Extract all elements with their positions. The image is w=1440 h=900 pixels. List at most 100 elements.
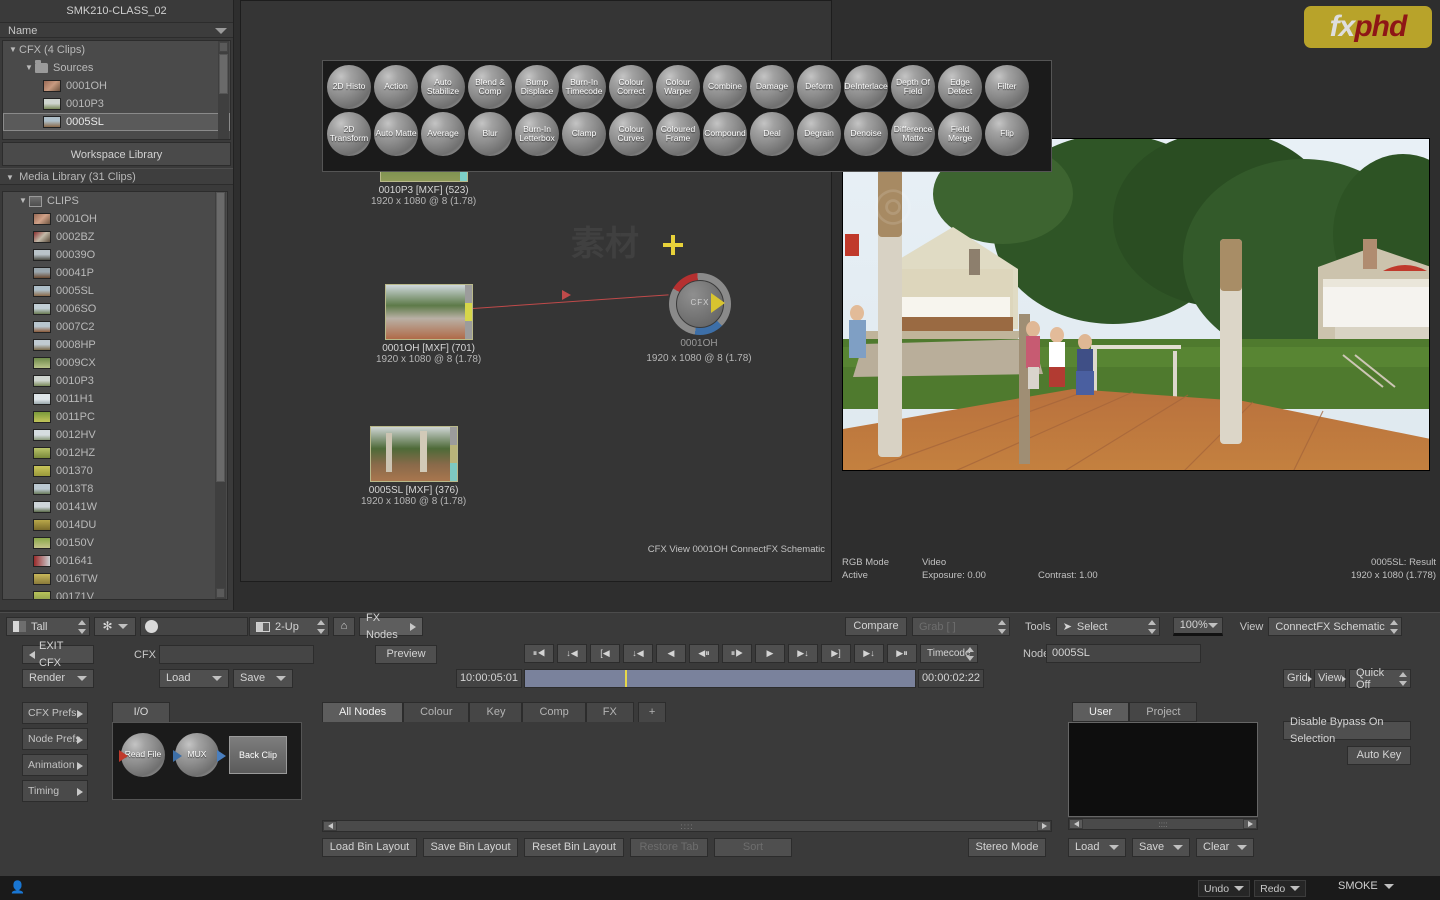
sidetab-cfx-prefs[interactable]: CFX Prefs bbox=[22, 702, 88, 724]
spinner-icon[interactable] bbox=[317, 620, 325, 634]
exit-cfx-button[interactable]: EXIT CFX bbox=[22, 640, 94, 669]
chevron-right-icon[interactable] bbox=[410, 622, 416, 631]
transport-button-9[interactable]: ▶] bbox=[821, 644, 851, 663]
back-clip-node-button[interactable]: Back Clip bbox=[229, 736, 287, 774]
media-clip-row[interactable]: 0002BZ bbox=[3, 228, 227, 246]
cfx-output-node[interactable]: CFX bbox=[669, 273, 731, 335]
spinner-icon[interactable] bbox=[1147, 620, 1156, 634]
io-tab[interactable]: I/O bbox=[112, 702, 170, 722]
source-item-1[interactable]: 0010P3 bbox=[3, 95, 230, 113]
node-bin-button[interactable]: Colour Curves bbox=[609, 112, 653, 156]
auto-key-button[interactable]: Auto Key bbox=[1347, 746, 1411, 765]
stereo-mode-button[interactable]: Stereo Mode bbox=[968, 838, 1046, 857]
media-clip-row[interactable]: 0010P3 bbox=[3, 372, 227, 390]
chevron-down-icon[interactable] bbox=[1207, 623, 1218, 628]
media-clip-row[interactable]: 0007C2 bbox=[3, 318, 227, 336]
node-bin-button[interactable]: Filter bbox=[985, 65, 1029, 109]
user-panel-scrollbar[interactable]: :::: bbox=[1068, 818, 1258, 830]
thumbnail-size-combo[interactable]: Tall bbox=[6, 617, 90, 636]
media-clip-row[interactable]: 00041P bbox=[3, 264, 227, 282]
grab-combo[interactable]: Grab [ ] bbox=[912, 617, 1010, 636]
node-bin-button[interactable]: Denoise bbox=[844, 112, 888, 156]
name-column-header[interactable]: Name bbox=[0, 22, 233, 38]
timecode-in-field[interactable]: 10:00:05:01 bbox=[456, 669, 522, 688]
source-item-0[interactable]: 0001OH bbox=[3, 77, 230, 95]
transport-button-7[interactable]: ▶ bbox=[755, 644, 785, 663]
spinner-icon[interactable] bbox=[998, 620, 1006, 634]
bintab-key[interactable]: Key bbox=[469, 702, 523, 722]
clips-folder-row[interactable]: ▼ CLIPS bbox=[3, 192, 227, 210]
restore-tab-button[interactable]: Restore Tab bbox=[630, 838, 708, 857]
media-clip-row[interactable]: 0013T8 bbox=[3, 480, 227, 498]
tool-select-combo[interactable]: ➤ Select bbox=[1055, 617, 1160, 636]
media-clip-row[interactable]: 0016TW bbox=[3, 570, 227, 588]
node-bin-button[interactable]: Burn-In Timecode bbox=[562, 65, 606, 109]
chevron-down-icon[interactable] bbox=[1234, 886, 1245, 891]
tab-project[interactable]: Project bbox=[1129, 702, 1198, 722]
node-bin-button[interactable]: Blur bbox=[468, 112, 512, 156]
media-clip-row[interactable]: 0014DU bbox=[3, 516, 227, 534]
app-switcher[interactable]: SMOKE bbox=[1338, 880, 1394, 892]
tree-group-cfx[interactable]: ▼ CFX (4 Clips) bbox=[3, 41, 230, 59]
scroll-down-arrow[interactable] bbox=[216, 588, 225, 598]
transport-controls[interactable]: ⏸◀ ↓◀ [◀ ↓◀ ◀ ◀⏸ ⏸▶ ▶ ▶↓ ▶] ▶↓ ▶⏸ bbox=[524, 644, 917, 663]
media-clip-row[interactable]: 0012HV bbox=[3, 426, 227, 444]
disable-bypass-button[interactable]: Disable Bypass On Selection bbox=[1283, 716, 1411, 745]
media-library-list[interactable]: ▼ CLIPS 0001OH 0002BZ 00039O 00041P 0005SL 00… bbox=[2, 191, 228, 600]
tab-user[interactable]: User bbox=[1072, 702, 1130, 722]
user-save-button[interactable]: Save bbox=[1132, 838, 1190, 857]
media-clip-row[interactable]: 0001OH bbox=[3, 210, 227, 228]
zoom-combo[interactable]: 100% bbox=[1172, 617, 1223, 636]
sort-button[interactable]: Sort bbox=[714, 838, 792, 857]
scroll-right-arrow[interactable] bbox=[1243, 819, 1257, 829]
chevron-down-icon[interactable] bbox=[212, 676, 222, 681]
node-bin-button[interactable]: Flip bbox=[985, 112, 1029, 156]
node-bin-button[interactable]: Deform bbox=[797, 65, 841, 109]
node-bin-button[interactable]: Colour Warper bbox=[656, 65, 700, 109]
transport-button-10[interactable]: ▶↓ bbox=[854, 644, 884, 663]
node-bin-button[interactable]: Coloured Frame bbox=[656, 112, 700, 156]
playhead[interactable] bbox=[625, 670, 627, 687]
media-clip-row[interactable]: 00141W bbox=[3, 498, 227, 516]
media-clip-row[interactable]: 0011PC bbox=[3, 408, 227, 426]
scrollbar-grip[interactable]: :::: bbox=[1083, 820, 1243, 829]
node-bin-button[interactable]: Auto Matte bbox=[374, 112, 418, 156]
fx-nodes-button[interactable]: FX Nodes bbox=[359, 612, 423, 641]
node-bin-button[interactable]: Colour Correct bbox=[609, 65, 653, 109]
user-clear-button[interactable]: Clear bbox=[1196, 838, 1254, 857]
source-item-2-selected[interactable]: 0005SL bbox=[3, 113, 230, 131]
save-bin-layout-button[interactable]: Save Bin Layout bbox=[423, 838, 518, 857]
user-load-button[interactable]: Load bbox=[1068, 838, 1126, 857]
user-account-icon[interactable]: 👤 bbox=[10, 880, 25, 894]
node-bin-button[interactable]: Auto Stabilize bbox=[421, 65, 465, 109]
sidetab-timing[interactable]: Timing bbox=[22, 780, 88, 802]
schematic-node-0005sl[interactable]: 0005SL [MXF] (376) 1920 x 1080 @ 8 (1.78… bbox=[361, 426, 466, 507]
node-bin-button[interactable]: Action bbox=[374, 65, 418, 109]
transport-button-1[interactable]: ↓◀ bbox=[557, 644, 587, 663]
preview-button[interactable]: Preview bbox=[375, 645, 437, 664]
transport-button-11[interactable]: ▶⏸ bbox=[887, 644, 917, 663]
transport-button-5[interactable]: ◀⏸ bbox=[689, 644, 719, 663]
home-button[interactable]: ⌂ bbox=[333, 617, 355, 636]
spinner-icon[interactable] bbox=[78, 620, 86, 634]
node-bin-button[interactable]: Deal bbox=[750, 112, 794, 156]
media-clip-row[interactable]: 0009CX bbox=[3, 354, 227, 372]
media-library-header[interactable]: ▼ Media Library (31 Clips) bbox=[0, 168, 233, 185]
scrollbar-grip[interactable]: :::: bbox=[337, 822, 1037, 831]
tree-folder-sources[interactable]: ▼ Sources bbox=[3, 59, 230, 77]
spinner-icon[interactable] bbox=[966, 647, 974, 661]
transport-button-3[interactable]: ↓◀ bbox=[623, 644, 653, 663]
disclosure-triangle-icon[interactable]: ▼ bbox=[23, 59, 35, 77]
node-bin-panel[interactable]: 2D Histo Action Auto Stabilize Blend & Comp… bbox=[322, 60, 1052, 172]
node-bin-button[interactable]: 2D Histo bbox=[327, 65, 371, 109]
node-bin-button[interactable]: Average bbox=[421, 112, 465, 156]
scroll-left-arrow[interactable] bbox=[323, 821, 337, 831]
search-field[interactable] bbox=[140, 617, 248, 636]
node-bin-tabs[interactable]: All Nodes Colour Key Comp FX + bbox=[322, 702, 667, 722]
bintab-fx[interactable]: FX bbox=[585, 702, 634, 722]
spinner-icon[interactable] bbox=[1390, 620, 1399, 634]
load-bin-layout-button[interactable]: Load Bin Layout bbox=[322, 838, 417, 857]
timecode-out-field[interactable]: 00:00:02:22 bbox=[918, 669, 984, 688]
play-icon[interactable] bbox=[711, 293, 725, 313]
chevron-down-icon[interactable] bbox=[1383, 883, 1394, 889]
